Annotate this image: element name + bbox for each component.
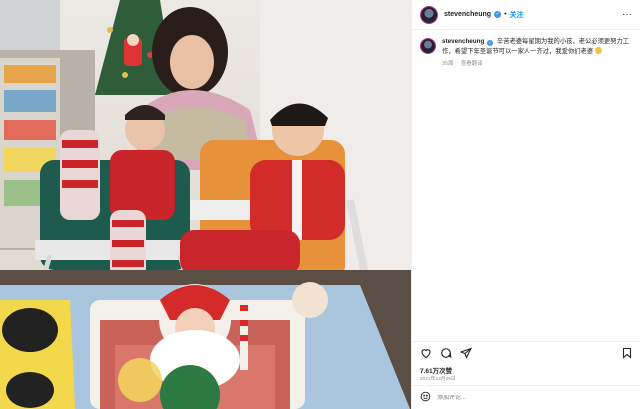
post-date: 2021年12月25日 [420,377,456,382]
post-detail-panel: stevencheung ✓ • 关注 ··· stevencheung ✓ 辛… [411,0,640,409]
caption-block: stevencheung ✓ 辛苦老婆每星期为我的小孩，老公必须更努力工作，希望… [412,30,640,67]
author-avatar[interactable] [420,5,438,24]
caption-author-avatar[interactable] [420,38,436,54]
caption-username[interactable]: stevencheung [442,38,484,45]
action-bar [412,341,640,363]
follow-button[interactable]: 关注 [510,10,524,20]
caption-verified-badge-icon: ✓ [487,40,494,46]
post-header: stevencheung ✓ • 关注 ··· [412,0,640,30]
caption-text-line: stevencheung ✓ 辛苦老婆每星期为我的小孩，老公必须更努力工作，希望… [442,37,632,56]
separator-dot: • [504,11,507,18]
caption-body: stevencheung ✓ 辛苦老婆每星期为我的小孩，老公必须更努力工作，希望… [442,37,632,67]
more-options-icon[interactable]: ··· [622,9,632,20]
photo-illustration [0,0,411,409]
likes-count[interactable]: 7.61万次赞 [420,365,452,375]
caption-time: 35周 [442,61,454,67]
comment-input[interactable] [437,394,617,401]
post-photo [0,0,411,409]
caption-meta: 35周 查看翻译 [442,59,632,67]
bookmark-icon[interactable] [621,347,633,359]
smiling-face-emoji-icon [594,46,602,54]
author-username[interactable]: stevencheung [444,11,491,18]
comment-icon[interactable] [440,347,452,359]
comment-composer [412,385,640,409]
see-translation-link[interactable]: 查看翻译 [461,61,483,67]
share-icon[interactable] [460,347,472,359]
verified-badge-icon: ✓ [494,11,502,18]
heart-icon[interactable] [420,347,432,359]
smiley-icon[interactable] [420,389,431,407]
